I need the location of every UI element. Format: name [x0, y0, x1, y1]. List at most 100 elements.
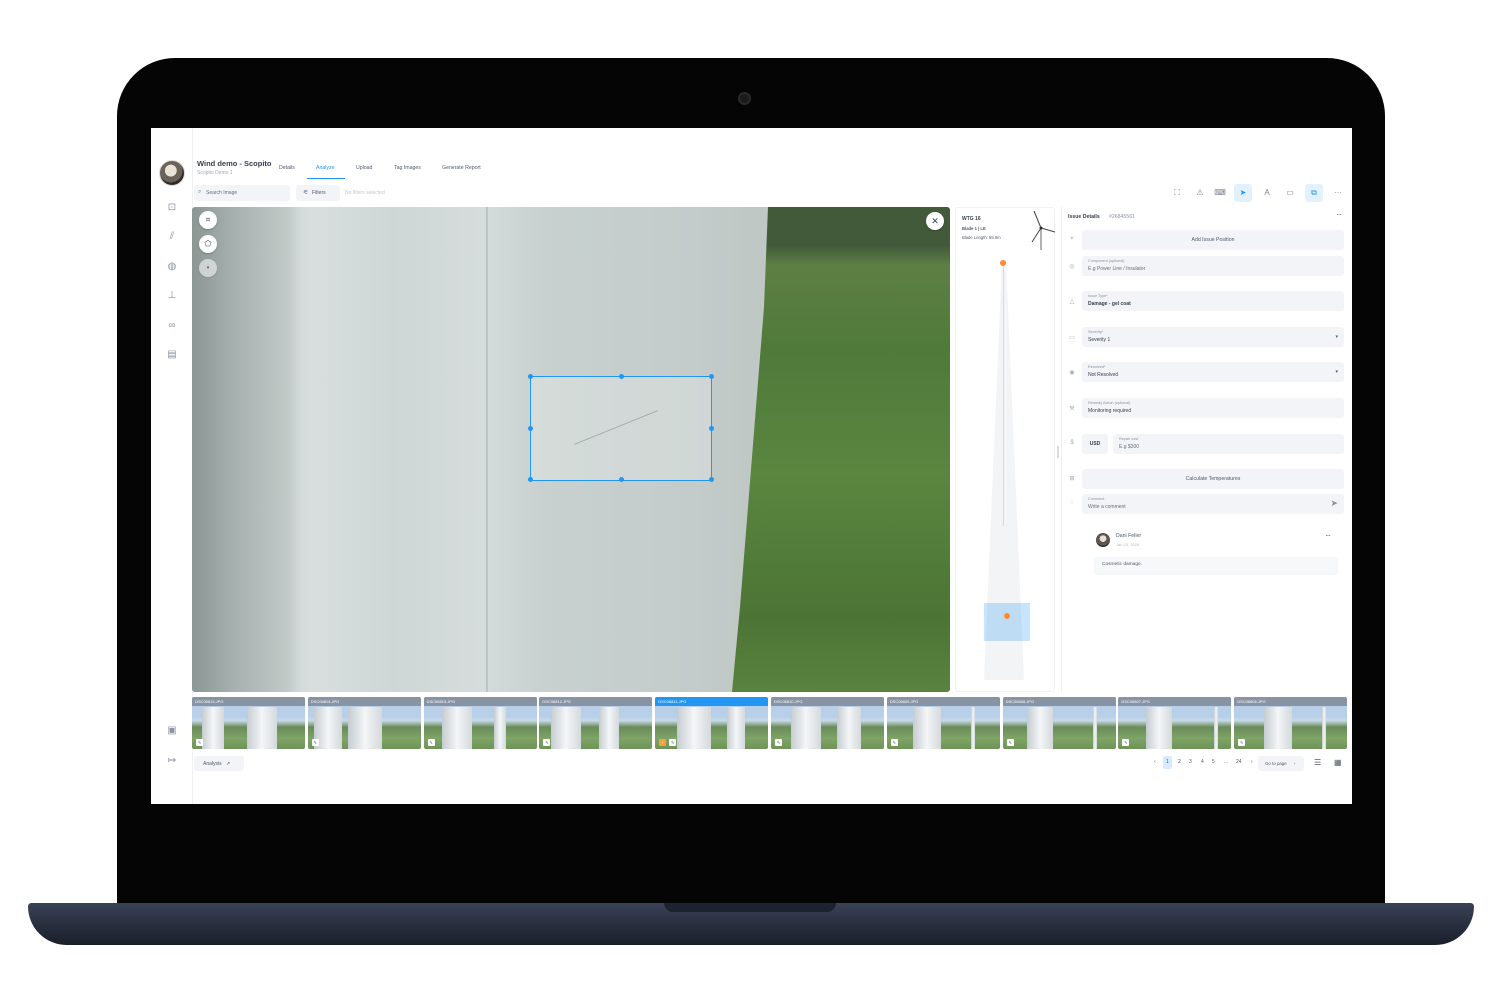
thumbnail[interactable]: DSC06807.JPG ✎ — [1118, 697, 1232, 749]
draw-point-icon[interactable]: • — [199, 259, 217, 277]
comment-more-icon[interactable]: ··· — [1325, 531, 1331, 540]
user-avatar[interactable] — [159, 160, 185, 186]
turbine-tower — [247, 707, 277, 749]
issue-type-field[interactable]: Issue Type* Damage - gel coat — [1082, 291, 1344, 311]
blade-seam — [486, 207, 488, 692]
page-24[interactable]: 24 — [1236, 759, 1242, 765]
thumbnail[interactable]: DSC06815.JPG ✎ — [192, 697, 305, 749]
image-edit-icon[interactable]: ⧉ — [1305, 184, 1323, 202]
page-4[interactable]: 4 — [1201, 759, 1204, 765]
grid-view-icon[interactable]: ▦ — [1334, 758, 1342, 767]
globe-icon[interactable]: ◍ — [166, 261, 178, 273]
turbine-tower — [202, 707, 224, 749]
remedy-action-field[interactable]: Remedy Action (optional) Monitoring requ… — [1082, 398, 1344, 418]
chart-icon[interactable]: ⫽ — [166, 231, 178, 243]
currency-select[interactable]: USD — [1082, 434, 1108, 454]
issue-position-marker[interactable] — [1004, 613, 1010, 619]
thumbnail[interactable]: DSC06814.JPG ✎ — [307, 697, 421, 749]
filters-button[interactable]: ⚟ Filters — [296, 185, 340, 201]
tower-icon[interactable]: ⊥ — [166, 290, 178, 302]
edit-tag-icon[interactable]: ✎ — [311, 739, 319, 746]
resolved-select[interactable]: Resolved* Not Resolved ▾ — [1082, 362, 1344, 382]
tab-details[interactable]: Details — [279, 165, 295, 171]
edit-tag-icon[interactable]: ✎ — [196, 739, 203, 746]
tab-upload[interactable]: Upload — [356, 165, 372, 171]
edit-tag-icon[interactable]: ✎ — [1238, 739, 1246, 746]
thumbnail[interactable]: DSC06813.JPG ✎ — [423, 697, 537, 749]
camera-icon[interactable]: ⊡ — [166, 202, 178, 214]
search-placeholder: Search Image — [206, 190, 238, 196]
resize-handle[interactable] — [619, 477, 624, 482]
send-location-icon[interactable]: ➤ — [1234, 184, 1252, 202]
severity-select[interactable]: Severity* Severity 1 ▾ — [1082, 327, 1344, 347]
edit-tag-icon[interactable]: ✎ — [1006, 739, 1014, 746]
image-viewer[interactable]: ⌗ ⬠ • ✕ — [192, 207, 950, 692]
thermometer-icon: ⊞ — [1069, 476, 1075, 482]
edit-tag-icon[interactable]: ✎ — [427, 739, 435, 746]
tab-analyze[interactable]: Analyze — [316, 165, 334, 171]
page-ellipsis: ... — [1224, 759, 1229, 765]
tab-tag-images[interactable]: Tag Images — [394, 165, 421, 171]
fullscreen-icon[interactable]: ⛶ — [1168, 184, 1186, 202]
calculate-temperatures-button[interactable]: Calculate Temperatures — [1082, 469, 1344, 489]
issue-bounding-box[interactable] — [528, 374, 714, 482]
page-5[interactable]: 5 — [1212, 759, 1215, 765]
link-icon[interactable]: ∞ — [166, 320, 178, 332]
tab-generate-report[interactable]: Generate Report — [442, 165, 481, 171]
resize-handle[interactable] — [528, 477, 533, 482]
resize-handle[interactable] — [709, 374, 714, 379]
resize-handle[interactable] — [709, 426, 714, 431]
list-view-icon[interactable]: ☰ — [1314, 758, 1321, 767]
component-field[interactable]: Component (optional) E.g Power Line / In… — [1082, 256, 1344, 276]
analysis-button[interactable]: Analysis ↗ — [194, 756, 244, 771]
project-title: Wind demo - Scopito — [197, 159, 272, 168]
search-input[interactable]: ⌕ Search Image — [194, 185, 290, 201]
thumbnail[interactable]: DSC06811.JPG! ✎ — [655, 697, 769, 749]
add-issue-position-button[interactable]: Add Issue Position — [1082, 230, 1344, 250]
thumbnail[interactable]: DSC06809.JPG ✎ — [886, 697, 1000, 749]
thumbnail[interactable]: DSC06808.JPG ✎ — [1002, 697, 1116, 749]
text-icon[interactable]: A — [1258, 184, 1276, 202]
image-icon[interactable]: ▭ — [1281, 184, 1299, 202]
panel-splitter[interactable] — [1057, 446, 1059, 458]
issue-position-zone[interactable] — [984, 603, 1030, 641]
page-1[interactable]: 1 — [1166, 759, 1169, 765]
resize-handle[interactable] — [528, 426, 533, 431]
warning-icon[interactable]: ⚠ — [1191, 184, 1209, 202]
thumbnail[interactable]: DSC06812.JPG ✎ — [539, 697, 653, 749]
logout-icon[interactable]: ↦ — [166, 755, 178, 767]
edit-tag-icon[interactable]: ✎ — [890, 739, 898, 746]
page-2[interactable]: 2 — [1178, 759, 1181, 765]
comment-label: Comment — [1088, 497, 1105, 501]
resize-handle[interactable] — [619, 374, 624, 379]
edit-tag-icon[interactable]: ✎ — [543, 739, 551, 746]
resize-handle[interactable] — [528, 374, 533, 379]
thumbnail[interactable]: DSC06810.JPG ✎ — [771, 697, 884, 749]
comment-input[interactable]: Comment Write a comment ➤ — [1082, 494, 1344, 514]
edit-tag-icon[interactable]: ✎ — [1122, 739, 1130, 746]
blade-panel: WTG 16 Blade 1 | LE Blade Length: 55.0m — [955, 207, 1056, 692]
resize-handle[interactable] — [709, 477, 714, 482]
draw-rectangle-icon[interactable]: ⌗ — [199, 211, 217, 229]
close-icon[interactable]: ✕ — [926, 212, 944, 230]
blade-tip-marker[interactable] — [1000, 260, 1006, 266]
more-options-icon[interactable]: ··· — [1329, 184, 1347, 202]
more-icon[interactable]: ··· — [1336, 210, 1342, 219]
edit-tag-icon[interactable]: ✎ — [775, 739, 782, 746]
page-3[interactable]: 3 — [1189, 759, 1192, 765]
turbine-tower — [493, 707, 506, 749]
goto-page-input[interactable]: Go to page › — [1258, 756, 1304, 771]
active-tab-indicator — [307, 178, 345, 180]
repair-cost-field[interactable]: Repair cost E.g $300 — [1113, 434, 1344, 454]
id-card-icon[interactable]: ▤ — [166, 349, 178, 361]
eye-icon: ◉ — [1069, 370, 1075, 376]
send-icon[interactable]: ➤ — [1330, 498, 1338, 509]
thumbnail[interactable]: DSC06806.JPG ✎ — [1234, 697, 1348, 749]
next-page-icon[interactable]: › — [1251, 759, 1253, 765]
draw-polygon-icon[interactable]: ⬠ — [199, 235, 217, 253]
presentation-icon[interactable]: ▣ — [166, 725, 178, 737]
prev-page-icon[interactable]: ‹ — [1154, 759, 1156, 765]
edit-tag-icon[interactable]: ✎ — [669, 739, 677, 746]
keyboard-icon[interactable]: ⌨ — [1211, 184, 1229, 202]
wind-turbine-icon — [1031, 210, 1056, 250]
